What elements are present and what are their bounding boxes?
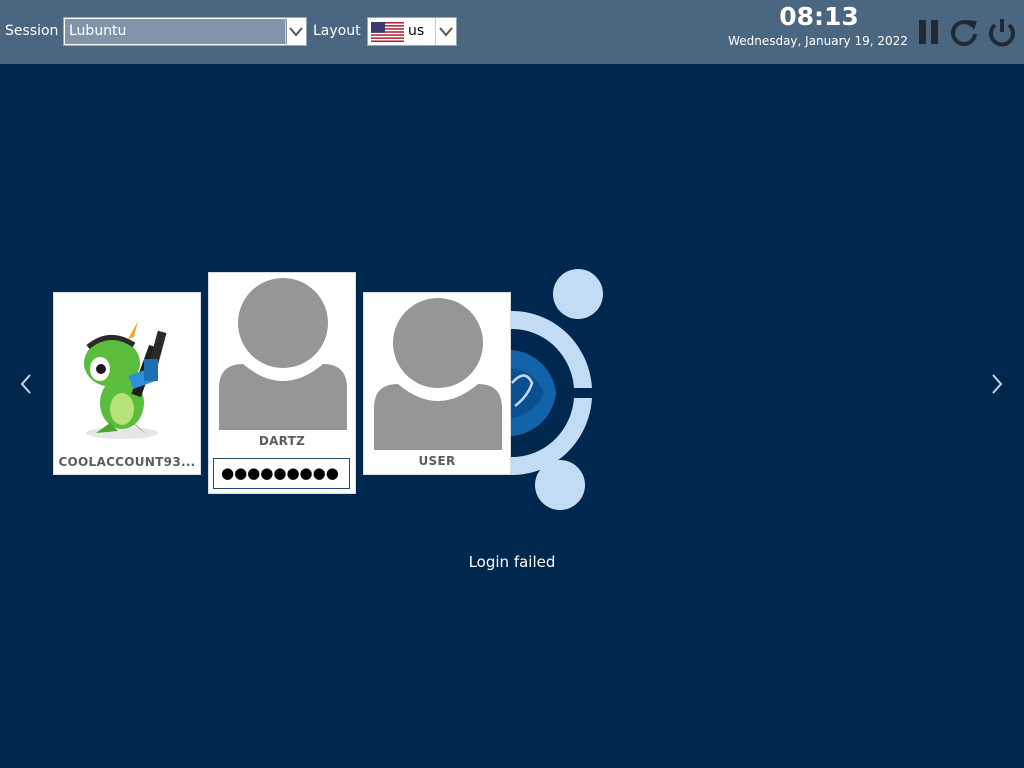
- pause-icon[interactable]: [913, 15, 945, 49]
- password-field[interactable]: ●●●●●●●●●: [213, 458, 350, 489]
- us-flag-icon: [371, 22, 404, 42]
- session-value: Lubuntu: [65, 19, 287, 44]
- chevron-down-icon[interactable]: [435, 18, 456, 45]
- chevron-left-icon[interactable]: [16, 372, 36, 396]
- clock-time: 08:13: [779, 2, 859, 31]
- restart-icon[interactable]: [948, 15, 980, 49]
- top-bar: Session Lubuntu Layout us 08:13 Wednesda…: [0, 0, 1024, 64]
- layout-dropdown[interactable]: us: [367, 17, 457, 46]
- layout-value: us: [408, 23, 425, 39]
- layout-label: Layout: [313, 23, 361, 39]
- konqi-avatar: [84, 321, 167, 439]
- user-name: DARTZ: [258, 434, 306, 448]
- login-status-message: Login failed: [468, 553, 556, 571]
- user-avatar-icon: [219, 278, 347, 430]
- user-avatar-icon: [374, 298, 502, 450]
- chevron-down-icon[interactable]: [285, 18, 306, 45]
- clock-date: Wednesday, January 19, 2022: [728, 34, 908, 48]
- session-label: Session: [5, 23, 59, 39]
- user-card-coolaccount[interactable]: COOLACCOUNT93...: [53, 292, 201, 475]
- user-name: COOLACCOUNT93...: [58, 455, 196, 469]
- chevron-right-icon[interactable]: [987, 372, 1007, 396]
- power-icon[interactable]: [986, 15, 1018, 49]
- user-card-dartz[interactable]: DARTZ ●●●●●●●●●: [208, 272, 356, 494]
- session-dropdown[interactable]: Lubuntu: [63, 17, 307, 46]
- user-card-user[interactable]: USER: [363, 292, 511, 475]
- login-screen: Session Lubuntu Layout us 08:13 Wednesda…: [0, 0, 1024, 768]
- user-name: USER: [418, 454, 456, 468]
